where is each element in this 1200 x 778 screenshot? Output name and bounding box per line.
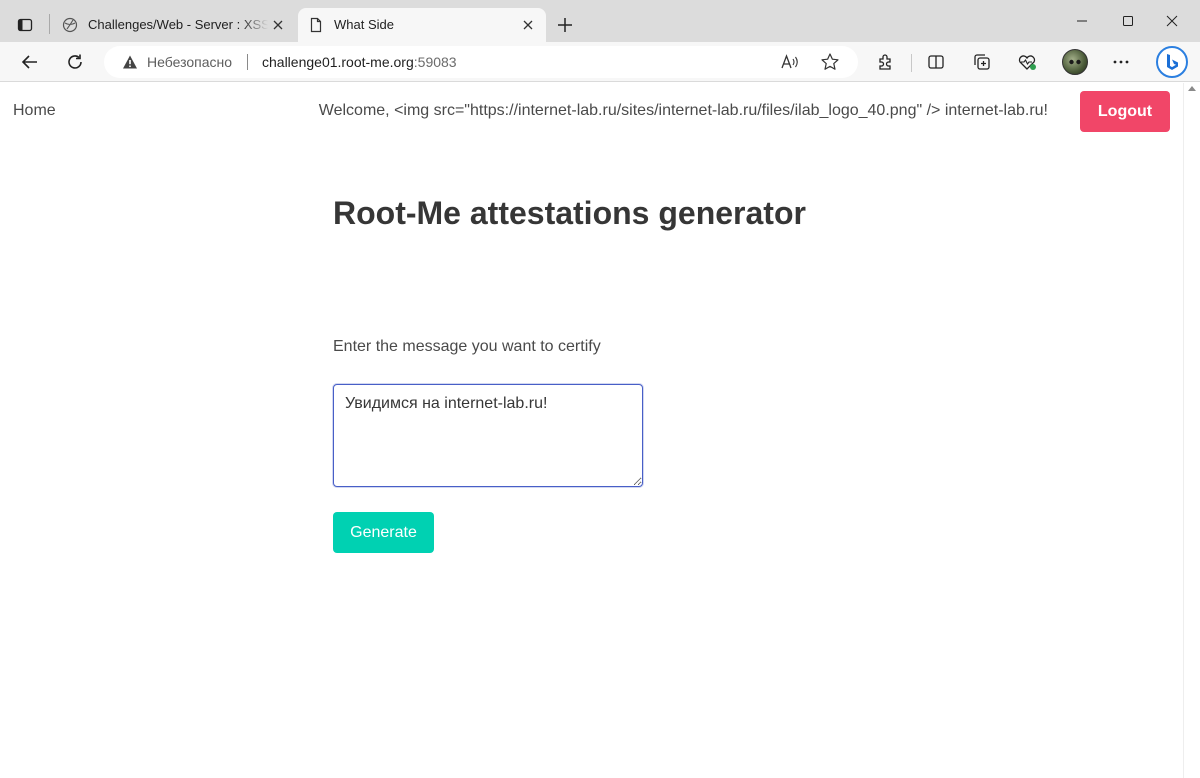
page-icon [308,17,324,33]
close-icon[interactable] [520,17,536,33]
close-icon[interactable] [270,17,286,33]
scroll-up-icon[interactable] [1188,86,1196,91]
web-page: Home Welcome, <img src="https://internet… [0,83,1183,778]
generate-button[interactable]: Generate [333,512,434,553]
more-options-icon[interactable] [1106,47,1136,77]
maximize-icon[interactable] [1108,6,1148,36]
tab-title: Challenges/Web - Server : XSS - Stored [88,17,268,32]
profile-avatar[interactable] [1062,49,1088,75]
url-text[interactable]: challenge01.root-me.org:59083 [262,54,457,70]
bing-copilot-icon[interactable] [1156,46,1188,78]
logout-button[interactable]: Logout [1080,91,1170,132]
message-prompt-label: Enter the message you want to certify [333,338,601,355]
url-port: :59083 [413,54,457,70]
url-host: challenge01.root-me.org [262,54,414,70]
refresh-icon[interactable] [60,47,90,77]
minimize-icon[interactable] [1062,6,1102,36]
nav-home-link[interactable]: Home [13,102,56,120]
security-label[interactable]: Небезопасно [147,54,232,70]
page-title: Root-Me attestations generator [333,195,806,231]
browser-tab-bar: Challenges/Web - Server : XSS - Stored W… [0,0,1200,42]
warning-icon[interactable] [122,54,138,70]
extensions-icon[interactable] [871,47,901,77]
favorite-star-icon[interactable] [820,52,840,72]
tab-actions-icon[interactable] [8,8,42,42]
tab-separator [49,14,50,34]
address-divider [247,54,248,70]
back-icon[interactable] [15,47,45,77]
close-window-icon[interactable] [1152,6,1192,36]
toolbar-separator [911,54,912,72]
address-bar[interactable]: Небезопасно challenge01.root-me.org:5908… [104,46,858,78]
split-screen-icon[interactable] [921,47,951,77]
browser-toolbar: Небезопасно challenge01.root-me.org:5908… [0,42,1200,82]
tab-challenges[interactable]: Challenges/Web - Server : XSS - Stored [52,8,296,42]
collections-icon[interactable] [967,47,997,77]
new-tab-icon[interactable] [552,12,578,38]
tab-what-side[interactable]: What Side [298,8,546,42]
globe-icon [62,17,78,33]
browser-essentials-icon[interactable] [1012,47,1042,77]
welcome-text: Welcome, <img src="https://internet-lab.… [318,102,1048,119]
message-textarea[interactable]: Увидимся на internet-lab.ru! [333,384,643,487]
page-scrollbar[interactable] [1183,83,1200,778]
read-aloud-icon[interactable] [780,52,800,72]
tab-title: What Side [334,17,394,32]
